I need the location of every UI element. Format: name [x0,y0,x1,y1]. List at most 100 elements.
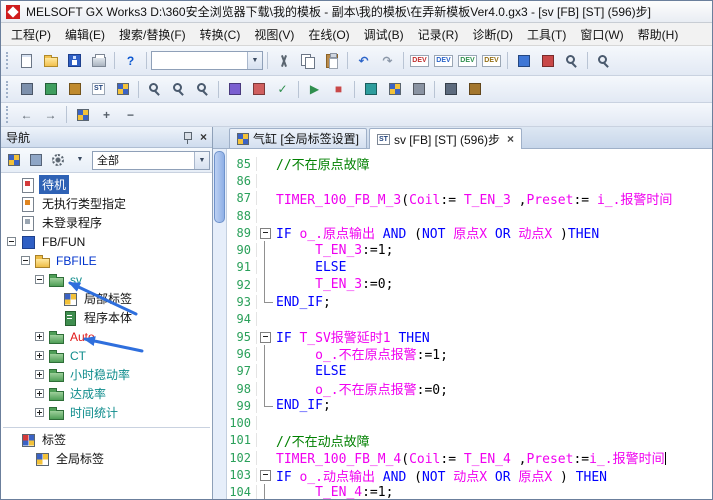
rebuild-all-button[interactable] [247,78,270,100]
open-project-button[interactable] [39,50,62,72]
code-line: 98 o_.不在原点报警:=0; [227,380,712,397]
nav-tree-item-fbfile[interactable]: FBFILE [1,251,212,270]
close-icon[interactable]: × [200,131,207,143]
menu-tool[interactable]: 工具(T) [520,23,573,46]
zoom-button[interactable] [592,50,615,72]
device-batch-monitor-button[interactable] [383,78,406,100]
fold-collapse-icon[interactable] [257,466,274,483]
tab-sv-fb-st[interactable]: STsv [FB] [ST] (596)步× [369,128,522,149]
expand-icon[interactable] [35,351,44,360]
save-project-button[interactable] [63,50,86,72]
nav-tree-item-label-section[interactable]: 标签 [1,430,212,449]
menu-convert[interactable]: 转换(C) [193,23,248,46]
intelligent-function-button[interactable] [407,78,430,100]
pin-icon[interactable] [182,131,193,144]
nav-settings-button[interactable] [48,150,68,170]
menu-diagnostics[interactable]: 诊断(D) [465,23,520,46]
window-select-combo[interactable]: ▼ [151,51,263,70]
print-button[interactable] [87,50,110,72]
nav-filter-combo[interactable]: 全部▼ [92,151,210,170]
memory-card-button[interactable] [439,78,462,100]
scrollbar-thumb[interactable] [214,151,225,223]
tab-cylinder-global-label[interactable]: 气缸 [全局标签设置] [229,128,367,148]
st-editor-button[interactable]: ST [87,78,110,100]
menu-window[interactable]: 窗口(W) [573,23,630,46]
nav-sort-button[interactable] [26,150,46,170]
device-write-button[interactable]: DEV [408,50,431,72]
find-button[interactable] [143,78,166,100]
collapse-icon[interactable] [35,275,44,284]
cut-button[interactable] [272,50,295,72]
undo-button[interactable]: ↶ [352,50,375,72]
menu-view[interactable]: 视图(V) [247,23,301,46]
menu-project[interactable]: 工程(P) [4,23,58,46]
nav-tree-item-achievement-rate[interactable]: 达成率 [1,384,212,403]
chevron-down-icon[interactable]: ▼ [247,52,262,69]
device-verify-button[interactable]: DEV [456,50,479,72]
code-text: TIMER_100_FB_M_4(Coil:= T_EN_4 ,Preset:=… [274,448,712,467]
nav-tree-item-ct[interactable]: CT [1,346,212,365]
online-monitor-button[interactable] [359,78,382,100]
convert-program-button[interactable] [223,78,246,100]
new-fb-button[interactable] [39,78,62,100]
fold-collapse-icon[interactable] [257,328,274,345]
cross-reference-button[interactable] [167,78,190,100]
nav-tree-item-global-label[interactable]: 全局标签 [1,449,212,468]
nav-tree-item-auto[interactable]: Auto [1,327,212,346]
simulation-stop-button[interactable]: ■ [327,78,350,100]
device-list-button[interactable] [191,78,214,100]
monitor-stop-button[interactable] [536,50,559,72]
paste-button[interactable] [320,50,343,72]
collapse-all-button[interactable]: − [119,104,142,126]
new-project-button[interactable] [15,50,38,72]
label-editor-button[interactable] [111,78,134,100]
device-read-button[interactable]: DEV [432,50,455,72]
menu-search-replace[interactable]: 搜索/替换(F) [112,23,193,46]
window-back-button[interactable]: ← [15,104,38,126]
nav-tree-item-unregistered-program[interactable]: 未登录程序 [1,213,212,232]
fold-collapse-icon[interactable] [257,224,274,241]
close-tab-icon[interactable]: × [507,133,514,145]
monitor-start-button[interactable] [512,50,535,72]
program-check-button[interactable]: ✓ [271,78,294,100]
nav-tree-item-sv[interactable]: sv [1,270,212,289]
simulation-start-button[interactable]: ▶ [303,78,326,100]
collapse-icon[interactable] [7,237,16,246]
expand-icon[interactable] [35,389,44,398]
redo-button[interactable]: ↷ [376,50,399,72]
nav-tree-item-time-stats[interactable]: 时间统计 [1,403,212,422]
watch-window-button[interactable] [560,50,583,72]
expand-icon[interactable] [35,370,44,379]
collapse-icon[interactable] [21,256,30,265]
nav-display-mode-button[interactable] [4,150,24,170]
parameter-button[interactable] [15,78,38,100]
menu-record[interactable]: 记录(R) [411,23,466,46]
menu-edit[interactable]: 编辑(E) [58,23,112,46]
chevron-down-icon[interactable]: ▼ [194,152,209,169]
device-delete-button[interactable]: DEV [480,50,503,72]
new-function-button[interactable] [63,78,86,100]
nav-settings-arrow-button[interactable]: ▼ [70,150,90,170]
nav-tree-item-local-label[interactable]: 局部标签 [1,289,212,308]
nav-tree-item-program-body[interactable]: 程序本体 [1,308,212,327]
st-code-area[interactable]: 85//不在原点故障8687TIMER_100_FB_M_3(Coil:= T_… [227,149,712,500]
nav-tree-item-no-exec-type[interactable]: 无执行类型指定 [1,194,212,213]
menu-debug[interactable]: 调试(B) [357,23,411,46]
menu-help[interactable]: 帮助(H) [631,23,686,46]
security-button[interactable] [463,78,486,100]
nav-tree-item-standby[interactable]: 待机 [1,175,212,194]
navigation-header: 导航 × [1,127,212,148]
nav-tree-item-hour-rate[interactable]: 小时稳动率 [1,365,212,384]
menu-online[interactable]: 在线(O) [301,23,356,46]
nav-tree-item-fb-fun[interactable]: FB/FUN [1,232,212,251]
vertical-scrollbar[interactable] [213,149,227,500]
expand-icon[interactable] [35,332,44,341]
fold-marker [257,241,274,258]
help-button[interactable]: ? [119,50,142,72]
expand-all-button[interactable]: + [95,104,118,126]
copy-button[interactable] [296,50,319,72]
docking-window-button[interactable] [71,104,94,126]
code-token: , [511,193,527,208]
expand-icon[interactable] [35,408,44,417]
window-forward-button[interactable]: → [39,104,62,126]
